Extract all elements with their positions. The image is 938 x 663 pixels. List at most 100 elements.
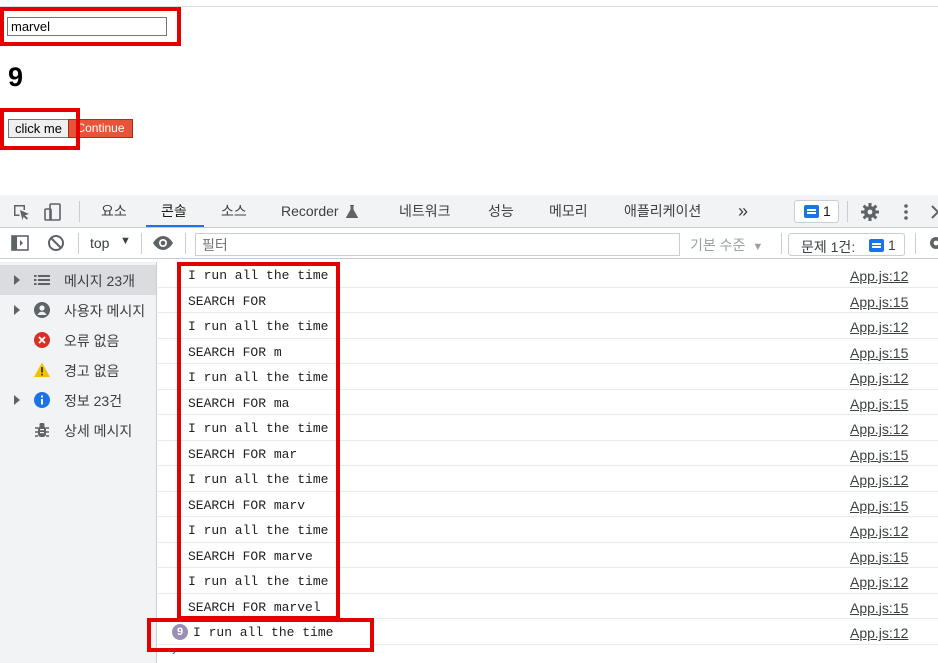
sidebar-item-label: 경고 없음 [64, 363, 120, 379]
error-icon [34, 332, 50, 348]
page-top-divider [0, 6, 938, 7]
tab-performance[interactable]: 성능 [488, 195, 514, 227]
sidebar-item-verbose[interactable]: 상세 메시지 [0, 415, 156, 445]
console-row: SEARCH FOR mar App.js:15 [158, 441, 938, 466]
source-link[interactable]: App.js:15 [850, 294, 908, 310]
kebab-menu-icon[interactable] [896, 202, 916, 222]
console-row: I run all the time App.js:12 [158, 364, 938, 390]
list-icon [34, 275, 50, 285]
source-link[interactable]: App.js:12 [850, 268, 908, 284]
sidebar-item-user-messages[interactable]: 사용자 메시지 [0, 295, 156, 325]
expand-arrow-icon[interactable] [14, 395, 20, 405]
context-select[interactable]: top ▼ [90, 235, 131, 251]
console-row: SEARCH FOR marv App.js:15 [158, 492, 938, 517]
source-link[interactable]: App.js:12 [850, 625, 908, 641]
devtools-tabbar: 요소 콘솔 소스 Recorder 네트워크 성능 메모리 애플리케이션 » 1 [0, 195, 938, 228]
repeat-count-badge: 9 [172, 624, 188, 640]
source-link[interactable]: App.js:15 [850, 549, 908, 565]
console-row: I run all the time App.js:12 [158, 466, 938, 492]
console-message: SEARCH FOR m [188, 344, 282, 360]
console-prompt[interactable]: › [170, 644, 178, 660]
issues-count: 1 [888, 237, 896, 253]
screenshot-root: 9 click me Continue 요소 콘솔 소스 Recorder [0, 0, 938, 663]
toolbar-divider [915, 233, 916, 254]
tab-application[interactable]: 애플리케이션 [624, 195, 701, 227]
sidebar-item-errors[interactable]: 오류 없음 [0, 325, 156, 355]
sidebar-item-messages[interactable]: 메시지 23개 [0, 265, 156, 295]
clear-console-icon[interactable] [46, 233, 66, 253]
console-row: SEARCH FOR marvel App.js:15 [158, 594, 938, 619]
log-level-select[interactable]: 기본 수준 ▼ [690, 235, 763, 255]
console-message: SEARCH FOR marve [188, 548, 313, 564]
sidebar-item-label: 정보 23건 [64, 393, 123, 409]
console-row: SEARCH FOR marve App.js:15 [158, 543, 938, 568]
console-message: I run all the time [188, 574, 329, 589]
click-me-button[interactable]: click me [8, 119, 69, 138]
tab-console[interactable]: 콘솔 [161, 195, 187, 227]
active-tab-indicator [146, 225, 204, 227]
expand-arrow-icon[interactable] [14, 305, 20, 315]
sidebar-toggle-icon[interactable] [10, 233, 30, 253]
more-tabs-button[interactable]: » [738, 195, 748, 227]
source-link[interactable]: App.js:15 [850, 600, 908, 616]
console-message: I run all the time [188, 370, 329, 385]
continue-button[interactable]: Continue [68, 119, 133, 138]
tab-sources[interactable]: 소스 [221, 195, 247, 227]
console-message: SEARCH FOR mar [188, 446, 298, 462]
sidebar-item-label: 오류 없음 [64, 333, 120, 349]
settings-gear-icon[interactable] [926, 233, 938, 253]
tab-network[interactable]: 네트워크 [399, 195, 451, 227]
source-link[interactable]: App.js:12 [850, 574, 908, 590]
user-icon [34, 302, 50, 318]
devtools-panel: 요소 콘솔 소스 Recorder 네트워크 성능 메모리 애플리케이션 » 1 [0, 195, 938, 663]
message-icon [804, 205, 819, 218]
close-icon[interactable] [928, 202, 938, 222]
source-link[interactable]: App.js:12 [850, 523, 908, 539]
tab-memory[interactable]: 메모리 [549, 195, 588, 227]
expand-arrow-icon[interactable] [14, 275, 20, 285]
source-link[interactable]: App.js:12 [850, 472, 908, 488]
console-row: SEARCH FOR App.js:15 [158, 288, 938, 313]
source-link[interactable]: App.js:15 [850, 345, 908, 361]
toolbar-divider [141, 233, 142, 254]
info-icon [34, 392, 50, 408]
console-message: I run all the time [188, 319, 329, 334]
issues-button[interactable]: 문제 1건: 1 [788, 233, 905, 256]
console-row: SEARCH FOR m App.js:15 [158, 339, 938, 364]
inspect-element-icon[interactable] [11, 202, 31, 222]
console-sidebar: 메시지 23개 사용자 메시지 오류 없음 경고 없음 정보 23건 상세 메시… [0, 262, 157, 663]
console-row: I run all the time App.js:12 [158, 415, 938, 441]
console-message: I run all the time [188, 268, 329, 283]
gear-icon[interactable] [860, 202, 880, 222]
source-link[interactable]: App.js:12 [850, 421, 908, 437]
source-link[interactable]: App.js:12 [850, 370, 908, 386]
tab-elements[interactable]: 요소 [101, 195, 127, 227]
console-message: SEARCH FOR [188, 293, 267, 309]
console-message: SEARCH FOR marvel [188, 599, 321, 615]
eye-icon[interactable] [152, 233, 174, 253]
filter-input[interactable] [195, 233, 680, 256]
sidebar-item-label: 메시지 23개 [64, 273, 135, 289]
flask-icon [346, 205, 358, 218]
sidebar-item-info[interactable]: 정보 23건 [0, 385, 156, 415]
source-link[interactable]: App.js:15 [850, 498, 908, 514]
source-link[interactable]: App.js:12 [850, 319, 908, 335]
tab-recorder[interactable]: Recorder [281, 195, 358, 227]
source-link[interactable]: App.js:15 [850, 396, 908, 412]
result-count: 9 [8, 62, 24, 92]
sidebar-item-warnings[interactable]: 경고 없음 [0, 355, 156, 385]
console-row: I run all the time App.js:12 [158, 517, 938, 543]
console-row: I run all the time App.js:12 [158, 568, 938, 594]
context-select-value: top [90, 235, 110, 251]
search-input[interactable] [7, 17, 167, 36]
messages-badge-button[interactable]: 1 [794, 200, 839, 223]
sidebar-item-label: 상세 메시지 [64, 423, 133, 439]
device-toolbar-icon[interactable] [43, 202, 63, 222]
console-toolbar: top ▼ 기본 수준 ▼ 문제 1건: 1 [0, 228, 938, 259]
console-row: I run all the time App.js:12 [158, 313, 938, 339]
source-link[interactable]: App.js:15 [850, 447, 908, 463]
console-message: I run all the time [188, 523, 329, 538]
messages-badge-count: 1 [823, 203, 831, 219]
bug-icon [35, 423, 49, 437]
chevron-down-icon: ▼ [752, 241, 764, 253]
